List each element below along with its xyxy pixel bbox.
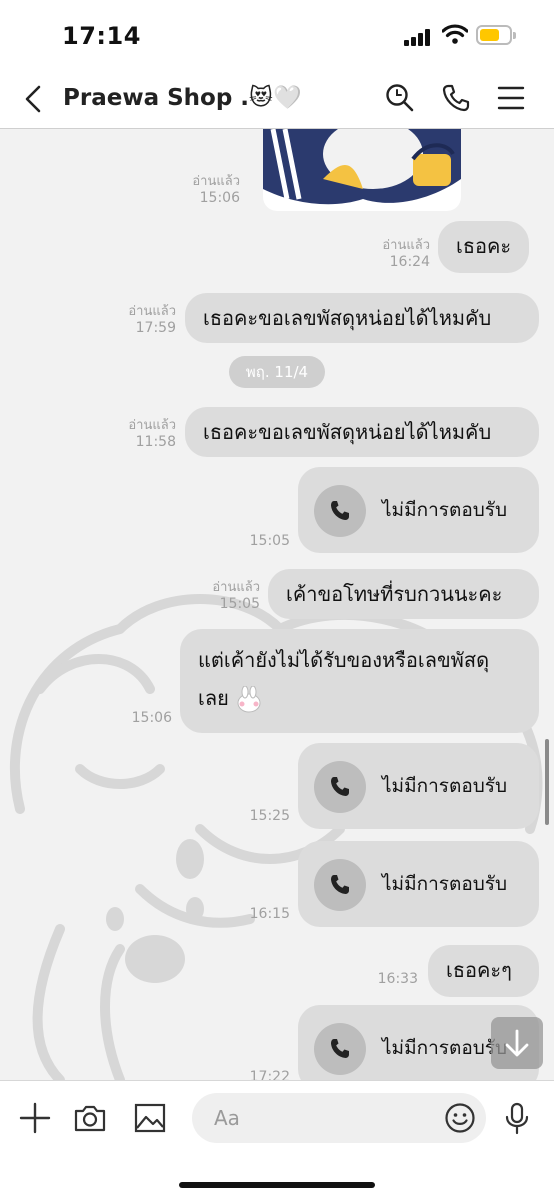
phone-icon — [331, 777, 349, 796]
phone-icon — [331, 875, 349, 894]
message-meta: อ่านแล้ว 17:59 — [116, 303, 176, 337]
phone-icon[interactable] — [440, 82, 472, 114]
date-separator: พฤ. 11/4 — [229, 356, 325, 388]
message-meta: อ่านแล้ว 15:05 — [198, 579, 260, 613]
message-time: 15:25 — [249, 808, 290, 824]
arrow-down-icon — [505, 1029, 529, 1057]
read-receipt: อ่านแล้ว — [382, 238, 430, 253]
image-icon[interactable] — [133, 1101, 167, 1135]
message-meta: 16:33 — [356, 971, 418, 988]
message-time: 16:24 — [389, 254, 430, 270]
missed-call-bubble[interactable]: ไม่มีการตอบรับ — [298, 467, 539, 553]
read-receipt: อ่านแล้ว — [128, 304, 176, 319]
call-status: ไม่มีการตอบรับ — [382, 499, 508, 521]
message-bubble[interactable]: เธอคะขอเลขพัสดุหน่อยได้ไหมคับ — [185, 407, 539, 457]
menu-icon[interactable] — [495, 82, 527, 114]
home-indicator — [179, 1182, 375, 1188]
scroll-to-bottom-button[interactable] — [491, 1017, 543, 1069]
message-time: 16:33 — [377, 971, 418, 987]
call-status: ไม่มีการตอบรับ — [382, 1037, 508, 1059]
status-time: 17:14 — [62, 22, 141, 50]
message-text: เธอคะๆ — [446, 958, 512, 982]
message-time: 17:59 — [135, 320, 176, 336]
message-time: 15:06 — [199, 190, 240, 206]
emoji-icon[interactable] — [443, 1101, 477, 1135]
message-bubble[interactable]: แต่เค้ายังไม่ได้รับของหรือเลขพัสดุ เลย — [180, 629, 539, 733]
call-icon-circle — [314, 859, 366, 911]
plus-icon[interactable] — [18, 1101, 52, 1135]
message-text: เธอคะขอเลขพัสดุหน่อยได้ไหมคับ — [203, 420, 492, 444]
message-bubble[interactable]: เธอคะ — [438, 221, 530, 273]
message-time: 11:58 — [135, 434, 176, 450]
message-meta: อ่านแล้ว 16:24 — [370, 237, 430, 271]
camera-icon[interactable] — [73, 1101, 107, 1135]
call-status: ไม่มีการตอบรับ — [382, 775, 508, 797]
message-meta: อ่านแล้ว 15:06 — [180, 173, 240, 207]
chat-title[interactable]: Praewa Shop .😻🤍 — [63, 84, 302, 111]
chat-header: Praewa Shop .😻🤍 — [0, 70, 554, 129]
message-text: เค้าขอโทษที่รบกวนนะคะ — [286, 582, 503, 606]
read-receipt: อ่านแล้ว — [212, 580, 260, 595]
message-text: เลย — [198, 686, 229, 710]
call-status: ไม่มีการตอบรับ — [382, 873, 508, 895]
bunny-emoji-icon — [237, 685, 261, 712]
status-bar: 17:14 — [0, 0, 554, 70]
message-meta: 16:15 — [228, 906, 290, 923]
missed-call-bubble[interactable]: ไม่มีการตอบรับ — [298, 743, 539, 829]
message-meta: 15:25 — [228, 808, 290, 825]
message-bubble[interactable]: เธอคะๆ — [428, 945, 539, 997]
message-input[interactable] — [192, 1093, 486, 1143]
call-icon-circle — [314, 485, 366, 537]
message-input-bar — [0, 1080, 554, 1201]
message-bubble[interactable]: เค้าขอโทษที่รบกวนนะคะ — [268, 569, 539, 619]
battery-icon — [476, 25, 516, 45]
call-icon-circle — [314, 1023, 366, 1075]
message-text: แต่เค้ายังไม่ได้รับของหรือเลขพัสดุ — [198, 648, 490, 672]
back-icon[interactable] — [20, 84, 46, 114]
mic-icon[interactable] — [500, 1101, 534, 1135]
message-time: 15:05 — [249, 533, 290, 549]
message-text: เธอคะ — [456, 234, 512, 258]
phone-icon — [331, 1039, 349, 1058]
wifi-icon — [442, 24, 468, 44]
missed-call-bubble[interactable]: ไม่มีการตอบรับ — [298, 841, 539, 927]
message-meta: อ่านแล้ว 11:58 — [116, 417, 176, 451]
read-receipt: อ่านแล้ว — [192, 174, 240, 189]
read-receipt: อ่านแล้ว — [128, 418, 176, 433]
message-time: 17:22 — [249, 1069, 290, 1080]
message-time: 16:15 — [249, 906, 290, 922]
message-time: 15:06 — [131, 710, 172, 726]
search-icon[interactable] — [384, 82, 416, 114]
message-text: เธอคะขอเลขพัสดุหน่อยได้ไหมคับ — [203, 306, 492, 330]
sticker-image[interactable] — [263, 129, 461, 211]
call-icon-circle — [314, 761, 366, 813]
message-meta: 17:22 — [228, 1069, 290, 1080]
phone-icon — [331, 501, 349, 520]
message-time: 15:05 — [219, 596, 260, 612]
signal-icon — [404, 28, 434, 46]
message-meta: 15:06 — [122, 710, 172, 727]
chat-area[interactable]: อ่านแล้ว 15:06 อ่านแล้ว 16:24 เธอคะ อ่าน… — [0, 129, 554, 1080]
message-bubble[interactable]: เธอคะขอเลขพัสดุหน่อยได้ไหมคับ — [185, 293, 539, 343]
message-meta: 15:05 — [228, 533, 290, 550]
scrollbar[interactable] — [545, 739, 549, 825]
